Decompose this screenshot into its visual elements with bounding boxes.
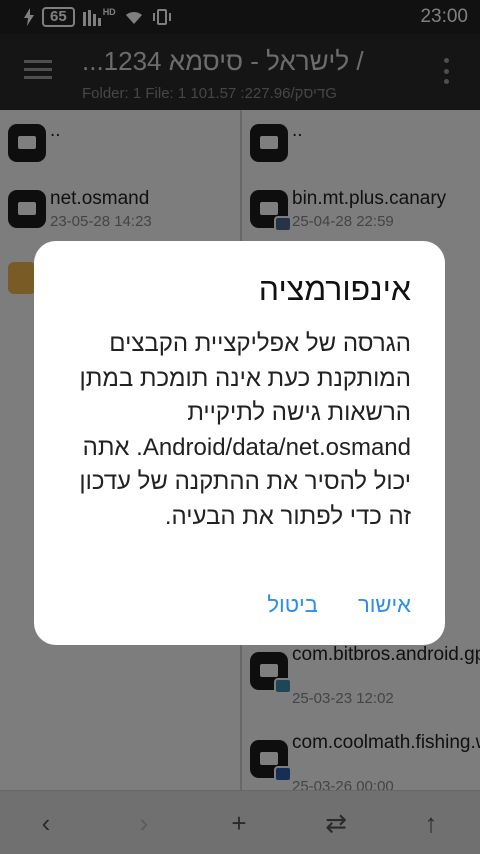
dialog-actions: אישור ביטול xyxy=(267,592,411,618)
cancel-button[interactable]: ביטול xyxy=(267,592,318,618)
info-dialog: אינפורמציה הגרסה של אפליקציית הקבצים המו… xyxy=(34,241,445,645)
dialog-title: אינפורמציה xyxy=(258,271,411,307)
ok-button[interactable]: אישור xyxy=(358,592,411,618)
dialog-message: הגרסה של אפליקציית הקבצים המותקנת כעת אי… xyxy=(79,330,411,530)
